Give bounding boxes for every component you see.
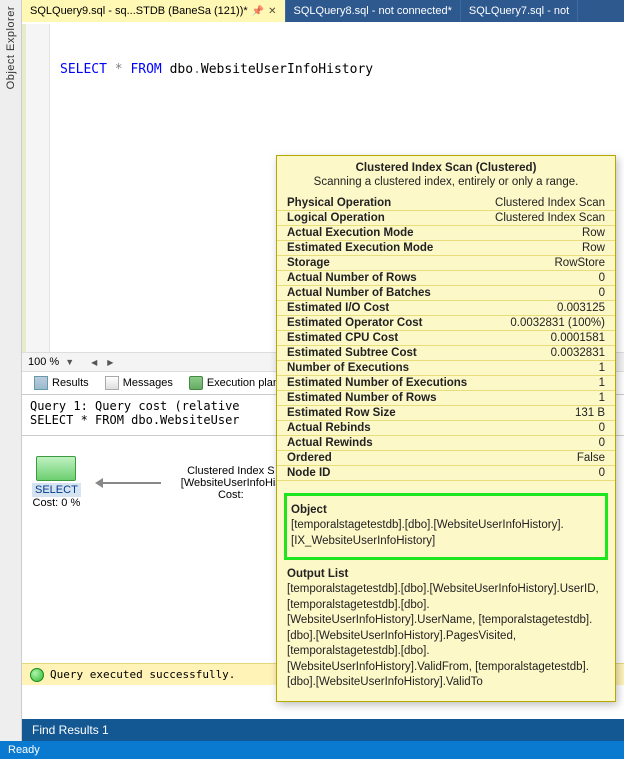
- kw-from: FROM: [130, 62, 161, 77]
- zoom-dropdown-icon[interactable]: ▼: [63, 357, 74, 367]
- tab-label: SQLQuery9.sql - sq...STDB (BaneSa (121))…: [30, 5, 248, 17]
- tooltip-row: Estimated Row Size131 B: [277, 406, 615, 421]
- tooltip-row: Estimated Number of Executions1: [277, 376, 615, 391]
- ide-status-bar: Ready: [0, 741, 624, 759]
- tooltip-row: Estimated Number of Rows1: [277, 391, 615, 406]
- tooltip-row: Number of Executions1: [277, 361, 615, 376]
- document-tabs: SQLQuery9.sql - sq...STDB (BaneSa (121))…: [22, 0, 624, 22]
- editor-gutter: [22, 24, 50, 352]
- tab-query8[interactable]: SQLQuery8.sql - not connected*: [286, 0, 461, 22]
- tooltip-subtitle: Scanning a clustered index, entirely or …: [277, 176, 615, 196]
- select-op-icon: [36, 456, 76, 481]
- nav-left-icon[interactable]: ◀: [88, 358, 100, 367]
- grid-icon: [34, 376, 48, 390]
- tooltip-row: Estimated CPU Cost0.0001581: [277, 331, 615, 346]
- success-icon: [30, 668, 44, 682]
- find-results-panel[interactable]: Find Results 1: [22, 719, 624, 741]
- output-list-text: [temporalstagetestdb].[dbo].[WebsiteUser…: [277, 582, 615, 695]
- tab-label: SQLQuery7.sql - not: [469, 5, 569, 17]
- tooltip-row: Estimated Operator Cost0.0032831 (100%): [277, 316, 615, 331]
- tooltip-row: Estimated Execution ModeRow: [277, 241, 615, 256]
- tooltip-row: Actual Number of Batches0: [277, 286, 615, 301]
- tooltip-row: Estimated Subtree Cost0.0032831: [277, 346, 615, 361]
- tooltip-object-section: Object [temporalstagetestdb].[dbo].[Webs…: [284, 493, 608, 560]
- tab-label: SQLQuery8.sql - not connected*: [294, 5, 452, 17]
- tooltip-row: Actual Rewinds0: [277, 436, 615, 451]
- tooltip-title: Clustered Index Scan (Clustered): [277, 156, 615, 176]
- tooltip-row: OrderedFalse: [277, 451, 615, 466]
- message-icon: [105, 376, 119, 390]
- plan-icon: [189, 376, 203, 390]
- plan-connector: [101, 482, 161, 484]
- tooltip-row: StorageRowStore: [277, 256, 615, 271]
- tab-messages[interactable]: Messages: [99, 374, 179, 392]
- tooltip-row: Actual Execution ModeRow: [277, 226, 615, 241]
- object-text: [temporalstagetestdb].[dbo].[WebsiteUser…: [291, 518, 601, 553]
- plan-tooltip: Clustered Index Scan (Clustered) Scannin…: [276, 155, 616, 702]
- object-label: Object: [291, 500, 601, 518]
- select-cost: Cost: 0 %: [32, 497, 81, 509]
- tab-execution-plan[interactable]: Execution plan: [183, 374, 285, 392]
- tooltip-row: Estimated I/O Cost0.003125: [277, 301, 615, 316]
- tab-results[interactable]: Results: [28, 374, 95, 392]
- output-list-label: Output List: [277, 564, 615, 582]
- object-explorer-label: Object Explorer: [5, 6, 17, 89]
- pin-icon[interactable]: 📌: [252, 6, 264, 17]
- plan-node-scan[interactable]: Clustered Index S [WebsiteUserInfoHis Co…: [181, 465, 281, 501]
- tab-query9[interactable]: SQLQuery9.sql - sq...STDB (BaneSa (121))…: [22, 0, 286, 22]
- close-icon[interactable]: ✕: [268, 6, 276, 17]
- status-text: Query executed successfully.: [50, 668, 235, 681]
- nav-right-icon[interactable]: ▶: [104, 358, 116, 367]
- object-explorer-panel[interactable]: Object Explorer: [0, 0, 22, 759]
- tooltip-row: Logical OperationClustered Index Scan: [277, 211, 615, 226]
- zoom-value: 100 %: [28, 356, 59, 368]
- tab-query7[interactable]: SQLQuery7.sql - not: [461, 0, 578, 22]
- tooltip-row: Actual Number of Rows0: [277, 271, 615, 286]
- tooltip-row: Node ID0: [277, 466, 615, 481]
- tooltip-row: Physical OperationClustered Index Scan: [277, 196, 615, 211]
- select-op-label: SELECT: [32, 483, 81, 497]
- kw-select: SELECT: [60, 62, 107, 77]
- tooltip-row: Actual Rebinds0: [277, 421, 615, 436]
- plan-node-select[interactable]: SELECT Cost: 0 %: [32, 456, 81, 509]
